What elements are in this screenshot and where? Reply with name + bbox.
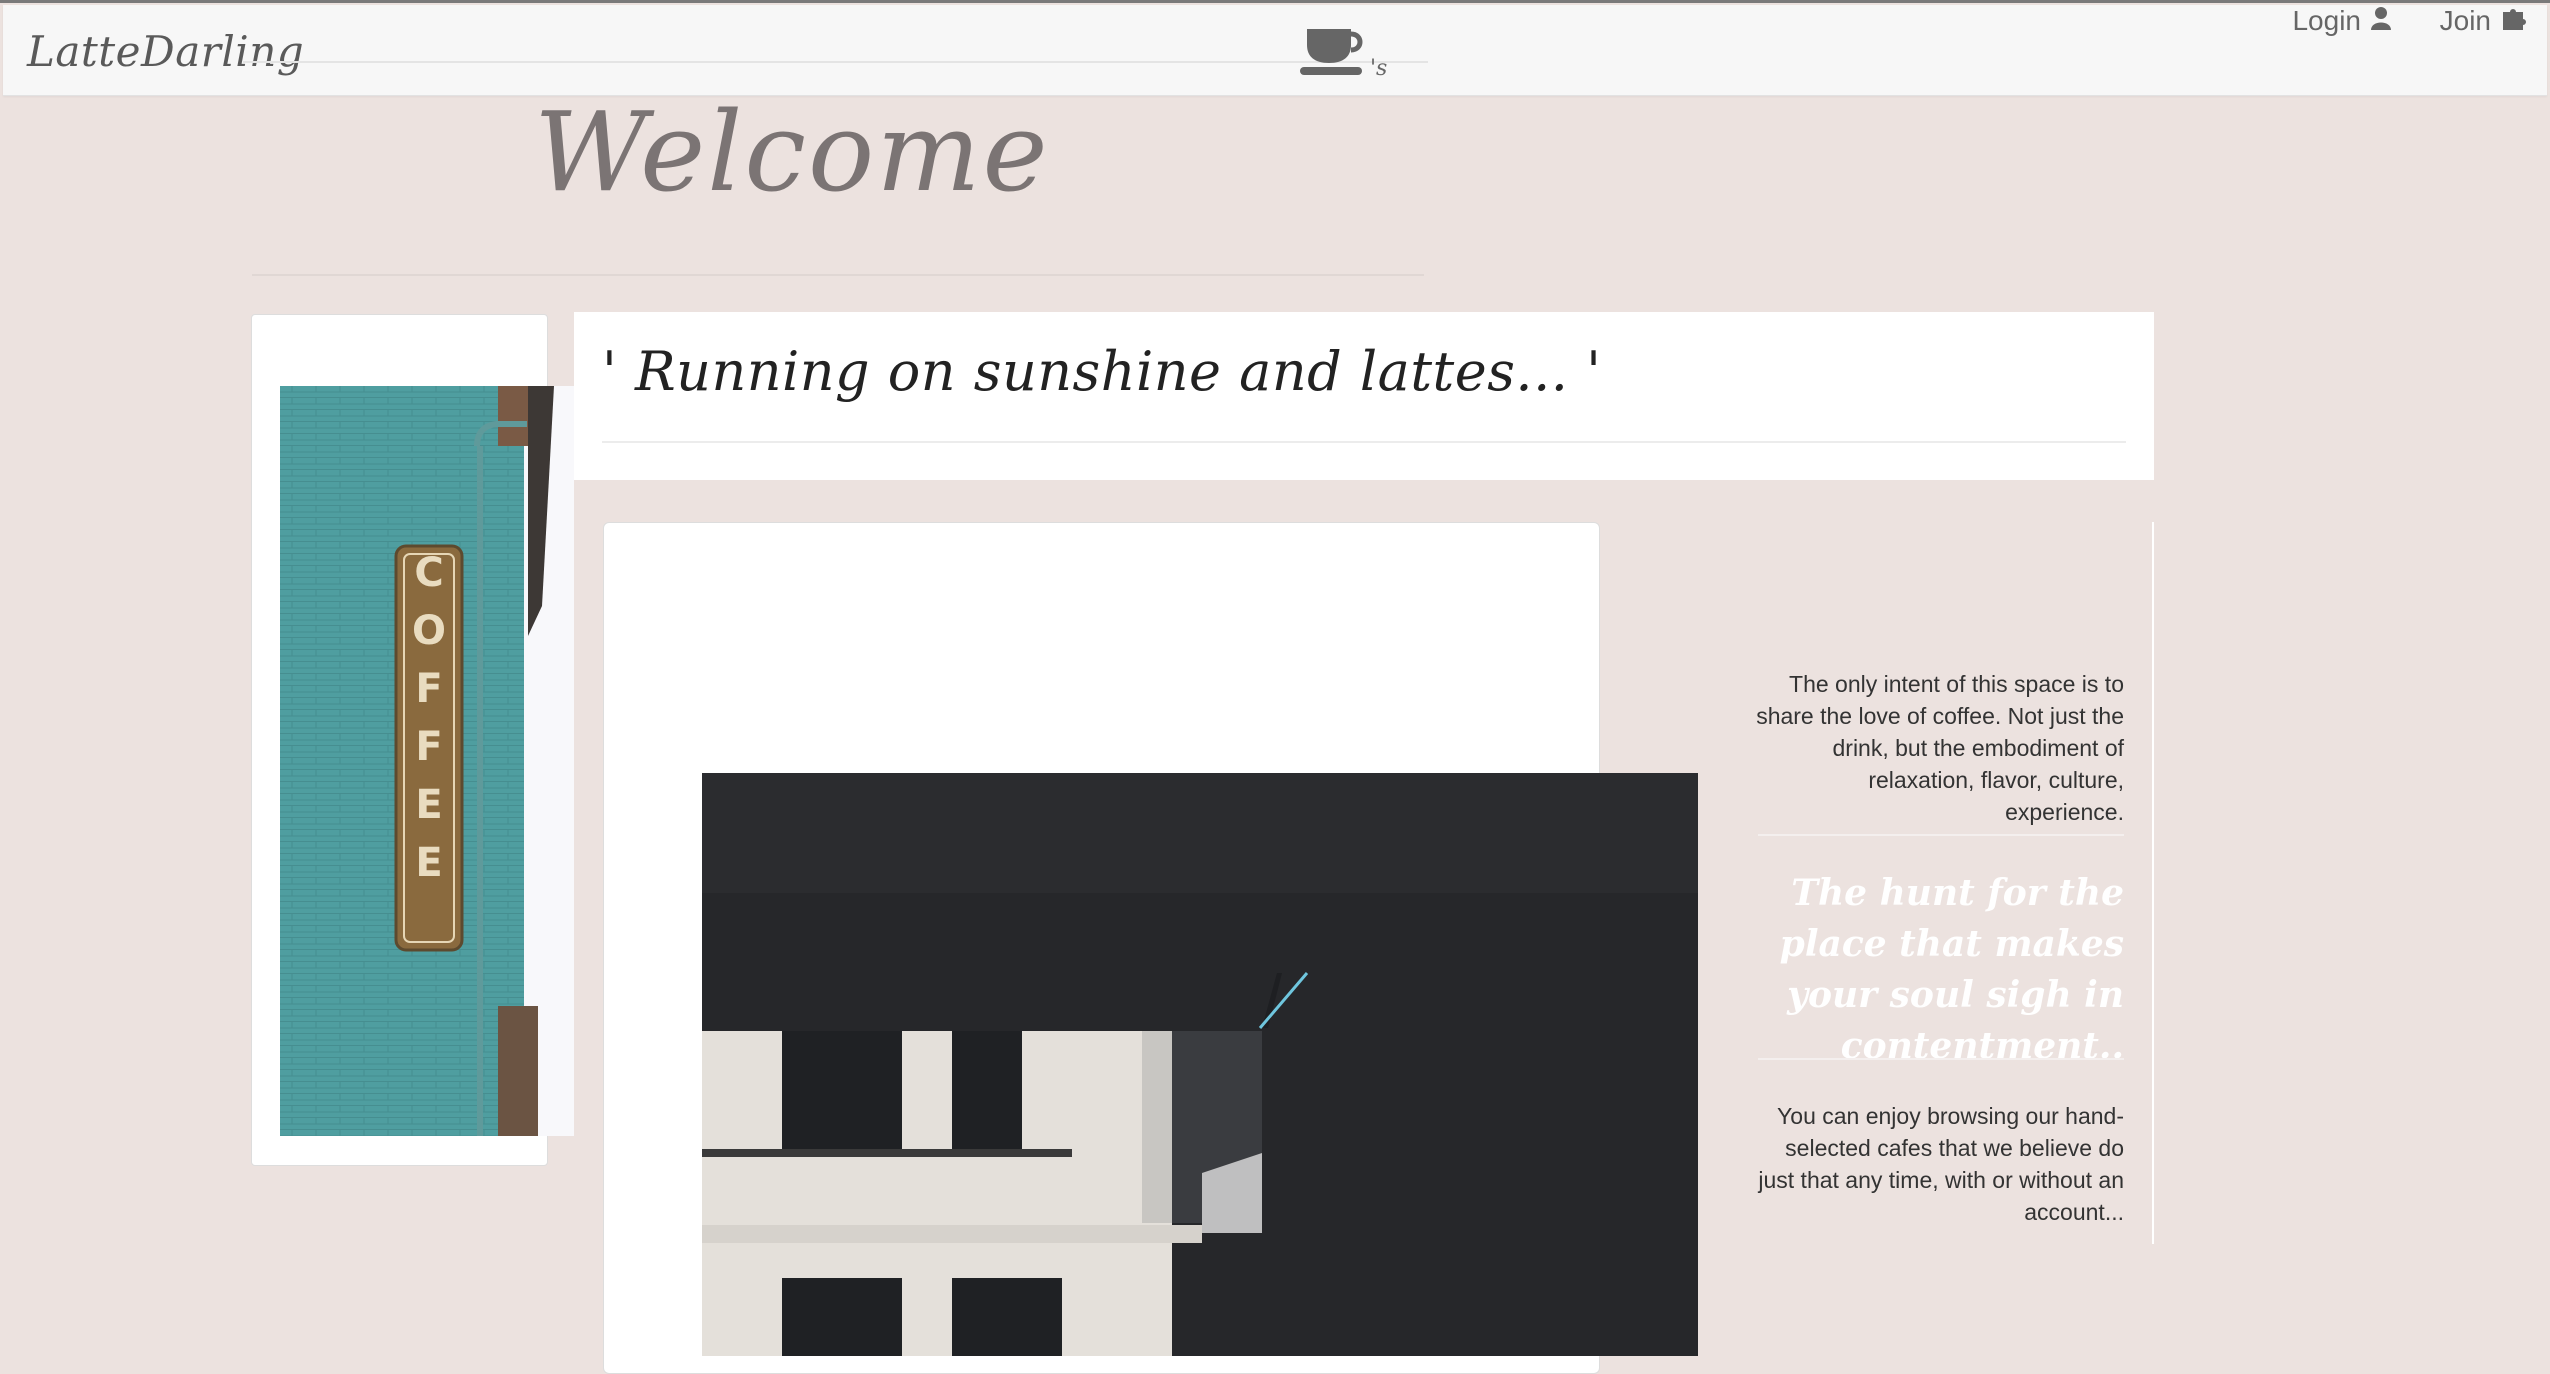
quote-divider [602,441,2126,443]
coffee-sign-image: C O F F E E [280,386,574,1136]
quote-text: ' Running on sunshine and lattes... ' [602,340,1602,403]
puzzle-icon [2501,5,2527,37]
intro-text: The only intent of this space is to shar… [1756,671,2124,825]
navbar-divider [243,61,1428,63]
coffee-sign-letter: C [414,550,443,596]
browse-text: You can enjoy browsing our hand-selected… [1758,1103,2124,1225]
building-image [702,773,1698,1356]
coffee-cup-icon[interactable]: 's [1298,21,1388,83]
coffee-sign-letter: F [415,666,442,712]
join-link[interactable]: Join [2440,5,2527,37]
top-navbar: LatteDarling 's Login Join [3,5,2547,96]
intro-sidebar: The only intent of this space is to shar… [1740,522,2154,1244]
tagline-text: The hunt for the place that makes your s… [1779,872,2124,1067]
sidebar-divider [1758,834,2124,836]
coffee-sign-letter: E [415,840,442,886]
logo-suffix: 's [1370,56,1387,81]
welcome-heading: Welcome [534,88,1050,216]
sidebar-divider [1758,1058,2124,1060]
coffee-sign-letter: F [415,724,442,770]
welcome-divider [252,274,1424,276]
coffee-sign-letter: E [415,782,442,828]
user-icon [2371,5,2391,37]
login-label: Login [2292,5,2361,36]
brand-logo-text[interactable]: LatteDarling [27,27,304,76]
window-top-border [0,0,2550,3]
coffee-sign-letter: O [412,608,446,654]
quote-panel: ' Running on sunshine and lattes... ' [574,312,2154,480]
join-label: Join [2439,5,2491,36]
login-link[interactable]: Login [2292,5,2391,37]
